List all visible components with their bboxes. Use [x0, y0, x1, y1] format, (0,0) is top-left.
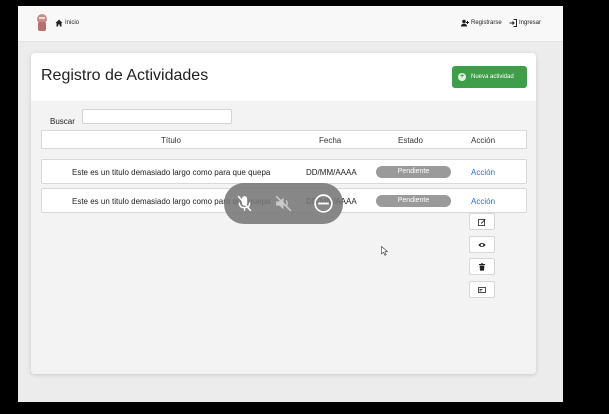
- column-header-date: Fecha: [319, 136, 342, 145]
- speaker-off-icon[interactable]: [273, 193, 294, 214]
- home-icon: [55, 19, 63, 27]
- card-icon: [478, 286, 486, 293]
- trash-icon: [479, 262, 485, 271]
- row-date: DD/MM/AAAA: [306, 168, 357, 177]
- card-header: Registro de Actividades + Nueva activida…: [31, 53, 536, 101]
- edit-icon: [478, 218, 486, 226]
- minus-circle-icon[interactable]: [313, 193, 334, 214]
- delete-action-button[interactable]: [469, 258, 495, 275]
- column-header-action: Acción: [471, 136, 496, 145]
- nav-home-link[interactable]: Inicio: [55, 19, 79, 27]
- mic-off-icon[interactable]: [234, 193, 255, 214]
- column-header-status: Estado: [398, 136, 423, 145]
- row-action-link[interactable]: Acción: [471, 197, 495, 206]
- search-label: Buscar: [50, 117, 75, 126]
- new-activity-label: Nueva actividad: [471, 74, 514, 80]
- edit-action-button[interactable]: [469, 213, 495, 230]
- plus-icon: +: [458, 73, 466, 81]
- app-logo[interactable]: [34, 13, 50, 33]
- add-user-icon: [461, 19, 469, 27]
- top-navbar: Inicio Registrarse Ingresar: [18, 6, 563, 42]
- status-badge: Pendiente: [376, 195, 451, 207]
- row-action-link[interactable]: Acción: [471, 168, 495, 177]
- nav-register-link[interactable]: Registrarse: [461, 19, 502, 27]
- table-row: Este es un titulo demasiado largo como p…: [41, 159, 527, 184]
- row-title: Este es un titulo demasiado largo como p…: [72, 168, 271, 177]
- call-controls-overlay: [224, 183, 343, 224]
- login-icon: [509, 19, 517, 27]
- nav-login-link[interactable]: Ingresar: [509, 19, 541, 27]
- mouse-cursor-icon: [381, 246, 389, 256]
- eye-icon: [478, 242, 486, 247]
- search-input[interactable]: [82, 109, 232, 124]
- table-header: Título Fecha Estado Acción: [41, 130, 527, 149]
- page-title: Registro de Actividades: [41, 67, 209, 84]
- status-badge: Pendiente: [376, 166, 451, 178]
- column-header-title: Título: [161, 136, 182, 145]
- details-action-button[interactable]: [469, 281, 495, 298]
- new-activity-button[interactable]: + Nueva actividad: [452, 66, 527, 88]
- view-action-button[interactable]: [469, 236, 495, 253]
- nav-register-label: Registrarse: [471, 20, 502, 26]
- nav-login-label: Ingresar: [519, 20, 542, 26]
- nav-home-label: Inicio: [65, 20, 80, 26]
